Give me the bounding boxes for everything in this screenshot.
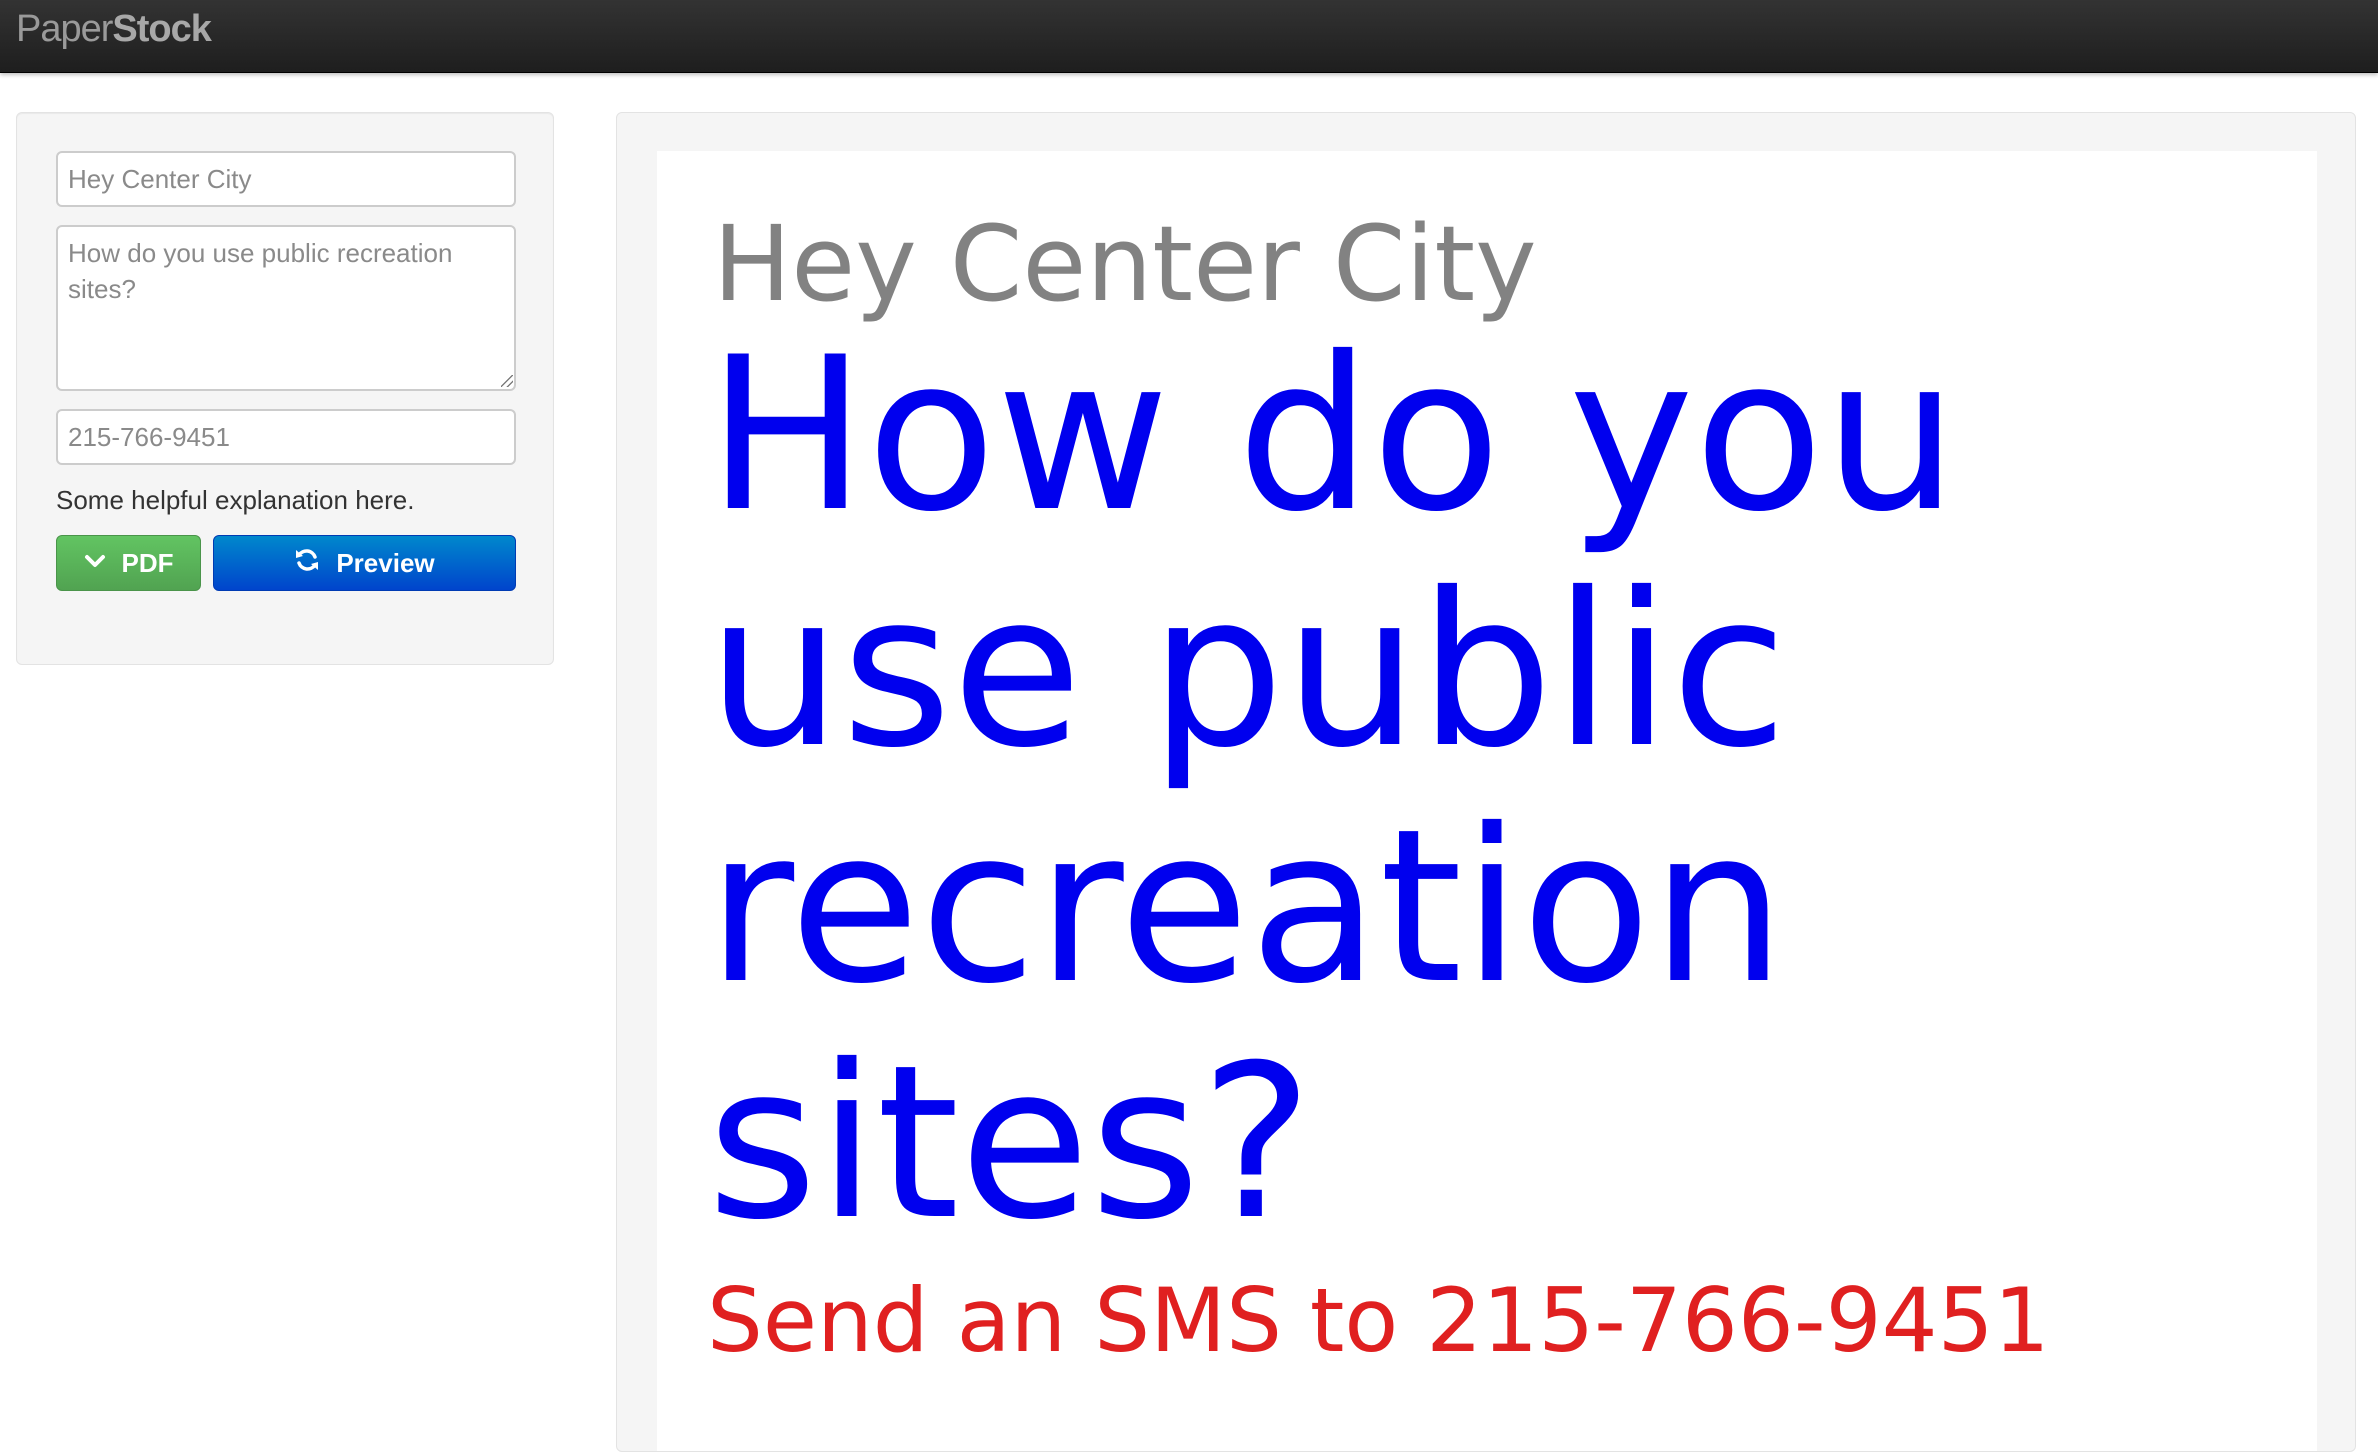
- brand-light: Paper: [16, 8, 113, 50]
- brand-bold: Stock: [112, 8, 211, 50]
- help-text: Some helpful explanation here.: [56, 485, 415, 515]
- phone-input[interactable]: [56, 409, 516, 465]
- poster-preview: Hey Center City How do you use public re…: [657, 151, 2317, 1451]
- preview-button-label: Preview: [336, 547, 435, 578]
- poster-question: How do you use public recreation sites?: [707, 311, 1959, 1266]
- chevron-down-icon: [84, 549, 106, 577]
- pdf-button-label: PDF: [121, 547, 174, 578]
- preview-button[interactable]: Preview: [213, 535, 516, 591]
- editor-panel: Some helpful explanation here. PDF Previ…: [16, 112, 554, 665]
- pdf-button[interactable]: PDF: [56, 535, 201, 591]
- brand-logo[interactable]: PaperStock: [16, 8, 212, 51]
- top-navbar: PaperStock: [0, 0, 2378, 73]
- title-input[interactable]: [56, 151, 516, 207]
- textarea-resize-handle[interactable]: [501, 375, 513, 387]
- refresh-icon: [294, 547, 320, 580]
- preview-panel: Hey Center City How do you use public re…: [616, 112, 2356, 1452]
- question-textarea[interactable]: [56, 225, 516, 391]
- poster-title: Hey Center City: [713, 203, 1537, 325]
- poster-sms-line: Send an SMS to 215-766-9451: [707, 1269, 2050, 1372]
